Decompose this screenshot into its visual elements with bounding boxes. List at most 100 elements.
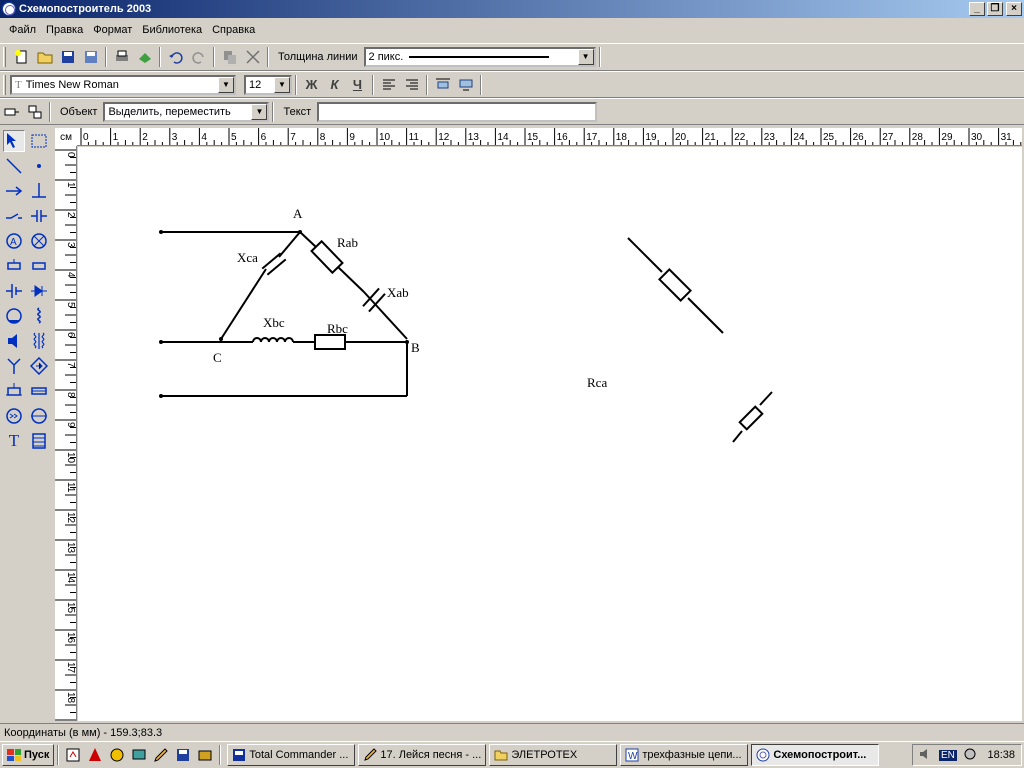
close-button[interactable]: × xyxy=(1006,2,1022,16)
node-dot[interactable] xyxy=(159,230,163,234)
norton-icon[interactable] xyxy=(106,744,128,766)
label-node-c[interactable]: C xyxy=(213,350,222,365)
drawing-canvas[interactable]: A B C Rab Xab Xca Xbc Rbc Rca xyxy=(78,147,1022,721)
inductor-xbc[interactable] xyxy=(252,337,294,343)
node-dot-a[interactable] xyxy=(298,230,302,234)
arrow-tool-icon[interactable] xyxy=(3,180,25,202)
save-icon[interactable] xyxy=(56,46,79,68)
line-width-select[interactable]: 2 пикс. ▼ xyxy=(363,47,596,67)
label-xca[interactable]: Xca xyxy=(237,250,258,265)
resistor-rca-large[interactable] xyxy=(658,268,692,302)
group-icon[interactable] xyxy=(23,101,46,123)
wire-ca-1[interactable] xyxy=(220,268,267,340)
object-props-icon[interactable] xyxy=(0,101,23,123)
heater-tool-icon[interactable] xyxy=(28,380,50,402)
task-schematic-app[interactable]: Схемопостроит... xyxy=(751,744,880,766)
menu-edit[interactable]: Правка xyxy=(41,21,88,39)
battery-tool-icon[interactable] xyxy=(3,280,25,302)
wire-rca-1[interactable] xyxy=(627,237,663,273)
quicklaunch-icon[interactable] xyxy=(62,744,84,766)
diode-tool-icon[interactable] xyxy=(28,280,50,302)
antenna-tool-icon[interactable] xyxy=(3,355,25,377)
font-family-select[interactable]: T Times New Roman ▼ xyxy=(10,74,236,95)
label-xab[interactable]: Xab xyxy=(387,285,409,300)
wire-rca-2[interactable] xyxy=(687,297,724,334)
menu-format[interactable]: Формат xyxy=(88,21,137,39)
node-dot-c[interactable] xyxy=(219,337,223,341)
wire-rca-4[interactable] xyxy=(759,391,773,406)
label-rca[interactable]: Rca xyxy=(587,375,607,390)
lamp-tool-icon[interactable] xyxy=(28,230,50,252)
resistor-rbc[interactable] xyxy=(314,334,346,350)
bold-button[interactable]: Ж xyxy=(300,74,323,96)
menu-help[interactable]: Справка xyxy=(207,21,260,39)
network-icon[interactable] xyxy=(963,747,977,764)
open-folder-icon[interactable] xyxy=(33,46,56,68)
chevron-down-icon[interactable]: ▼ xyxy=(251,103,268,120)
language-indicator[interactable]: EN xyxy=(939,749,957,761)
object-mode-select[interactable]: Выделить, переместить ▼ xyxy=(103,101,270,122)
node-dot[interactable] xyxy=(159,394,163,398)
task-winamp[interactable]: 17. Лейся песня - ... xyxy=(358,744,487,766)
label-xbc[interactable]: Xbc xyxy=(263,315,285,330)
line-tool-icon[interactable] xyxy=(3,155,25,177)
acrobat-icon[interactable] xyxy=(84,744,106,766)
menu-file[interactable]: Файл xyxy=(4,21,41,39)
start-button[interactable]: Пуск xyxy=(2,744,55,766)
underline-button[interactable]: Ч xyxy=(346,74,369,96)
label-rab[interactable]: Rab xyxy=(337,235,358,250)
task-total-commander[interactable]: Total Commander ... xyxy=(227,744,356,766)
capacitor-xab[interactable] xyxy=(362,287,386,313)
chevron-down-icon[interactable]: ▼ xyxy=(577,49,594,65)
rect-select-icon[interactable] xyxy=(28,130,50,152)
motor-tool-icon[interactable] xyxy=(3,405,25,427)
chevron-down-icon[interactable]: ▼ xyxy=(218,76,234,93)
align-left-icon[interactable] xyxy=(377,74,400,96)
capacitor-xca[interactable] xyxy=(261,252,287,276)
redo-icon[interactable] xyxy=(187,46,210,68)
wire-ab-2[interactable] xyxy=(337,266,365,293)
undo-icon[interactable] xyxy=(164,46,187,68)
node-dot-b[interactable] xyxy=(405,340,409,344)
menu-library[interactable]: Библиотека xyxy=(137,21,207,39)
text-tool-icon[interactable]: T xyxy=(3,430,25,452)
meter-tool-icon[interactable] xyxy=(28,405,50,427)
label-rbc[interactable]: Rbc xyxy=(327,321,348,336)
restore-button[interactable]: ❐ xyxy=(987,2,1003,16)
wire-ab-1[interactable] xyxy=(299,231,317,248)
winrar-icon[interactable] xyxy=(194,744,216,766)
minimize-button[interactable]: _ xyxy=(969,2,985,16)
terminal-block-icon[interactable] xyxy=(28,430,50,452)
point-tool-icon[interactable] xyxy=(28,155,50,177)
copy-icon[interactable] xyxy=(218,46,241,68)
wire-ca-2[interactable] xyxy=(278,231,301,258)
label-node-a[interactable]: A xyxy=(293,206,303,221)
toolbar-grip[interactable] xyxy=(3,47,6,67)
print-preview-icon[interactable] xyxy=(133,46,156,68)
transformer-tool-icon[interactable] xyxy=(28,330,50,352)
font-size-select[interactable]: 12 ▼ xyxy=(244,74,292,95)
task-word[interactable]: W трехфазные цепи... xyxy=(620,744,749,766)
print-icon[interactable] xyxy=(110,46,133,68)
fuse-tool-icon[interactable] xyxy=(3,255,25,277)
capacitor-tool-icon[interactable] xyxy=(28,205,50,227)
resistor-rca-small[interactable] xyxy=(738,405,764,431)
resistor-tool-icon[interactable] xyxy=(28,255,50,277)
delete-icon[interactable] xyxy=(241,46,264,68)
inductor-tool-icon[interactable] xyxy=(28,305,50,327)
text-input[interactable] xyxy=(317,101,598,122)
toolbar-grip[interactable] xyxy=(3,74,6,95)
align-top-icon[interactable] xyxy=(431,74,454,96)
bridge-tool-icon[interactable] xyxy=(28,355,50,377)
relay-tool-icon[interactable] xyxy=(3,380,25,402)
switch-tool-icon[interactable] xyxy=(3,205,25,227)
wire-rca-3[interactable] xyxy=(732,430,743,443)
align-right-icon[interactable] xyxy=(400,74,423,96)
ground-tool-icon[interactable] xyxy=(28,180,50,202)
label-node-b[interactable]: B xyxy=(411,340,420,355)
floppy-icon[interactable] xyxy=(172,744,194,766)
italic-button[interactable]: К xyxy=(323,74,346,96)
ammeter-tool-icon[interactable]: A xyxy=(3,230,25,252)
select-arrow-icon[interactable] xyxy=(3,130,25,152)
align-bottom-icon[interactable] xyxy=(454,74,477,96)
